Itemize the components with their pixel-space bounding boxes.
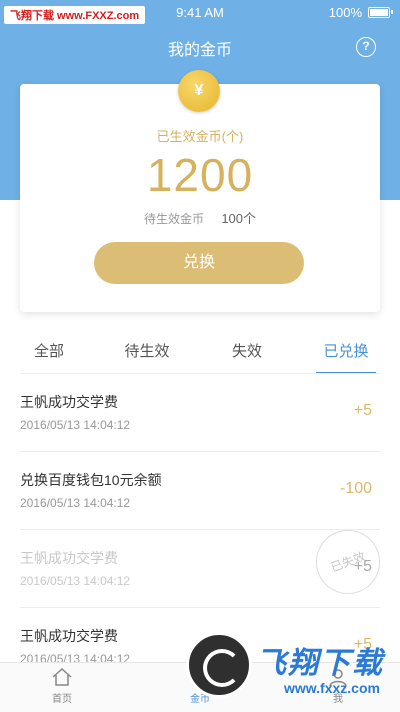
question-circle-icon[interactable]: ? <box>356 37 376 57</box>
record-date: 2016/05/13 14:04:12 <box>20 574 131 588</box>
record-amount: +5 <box>353 402 372 419</box>
home-icon <box>52 667 72 686</box>
nav-home[interactable]: 首页 <box>32 667 92 705</box>
status-bar: 飞翔下载 www.FXXZ.com 9:41 AM 100% <box>0 0 400 26</box>
record-date: 2016/05/13 14:04:12 <box>20 496 131 510</box>
watermark-logo-icon <box>186 632 252 698</box>
pending-coins-label: 待生效金币 <box>143 212 204 226</box>
record-amount: -100 <box>339 480 372 497</box>
list-item[interactable]: 兑换百度钱包10元余额 2016/05/13 14:04:12 -100 <box>20 452 380 530</box>
record-tabs: 全部 待生效 失效 已兑换 <box>0 340 400 374</box>
tab-pending[interactable]: 待生效 <box>116 340 178 374</box>
exchange-button[interactable]: 兑换 <box>94 242 304 284</box>
tab-all[interactable]: 全部 <box>24 340 74 374</box>
pending-coins-value: 100个 <box>221 211 257 226</box>
record-title: 兑换百度钱包10元余额 <box>20 472 162 488</box>
tab-expired[interactable]: 失效 <box>222 340 272 374</box>
record-date: 2016/05/13 14:04:12 <box>20 418 131 432</box>
coin-icon: ¥ <box>178 70 220 112</box>
coin-summary-card: ¥ 已生效金币(个) 1200 待生效金币 100个 兑换 <box>20 70 380 312</box>
battery-percent: 100% <box>328 5 362 20</box>
tab-exchanged[interactable]: 已兑换 <box>316 340 376 374</box>
page-title: 我的金币 <box>167 42 232 59</box>
record-title: 王帆成功交学费 <box>20 550 118 566</box>
record-title: 王帆成功交学费 <box>20 628 118 644</box>
watermark-logo-text: 飞翔下载 <box>256 647 384 680</box>
list-item[interactable]: 王帆成功交学费 2016/05/13 14:04:12 +5 <box>20 374 380 452</box>
pending-coins-row: 待生效金币 100个 <box>20 208 380 227</box>
effective-coins-value: 1200 <box>146 149 254 201</box>
watermark-logo: 飞翔下载 www.fxxz.com <box>186 632 386 708</box>
battery-icon <box>368 7 393 18</box>
effective-coins-label: 已生效金币(个) <box>156 129 244 144</box>
battery-status: 100% <box>328 5 393 20</box>
watermark-logo-url: www.fxxz.com <box>284 680 380 696</box>
record-title: 王帆成功交学费 <box>20 394 118 410</box>
record-amount: +5 <box>353 558 372 575</box>
list-item[interactable]: 王帆成功交学费 2016/05/13 14:04:12 已失效 +5 <box>20 520 390 608</box>
nav-home-label: 首页 <box>52 694 72 705</box>
expired-stamp: 已失效 <box>306 520 390 604</box>
